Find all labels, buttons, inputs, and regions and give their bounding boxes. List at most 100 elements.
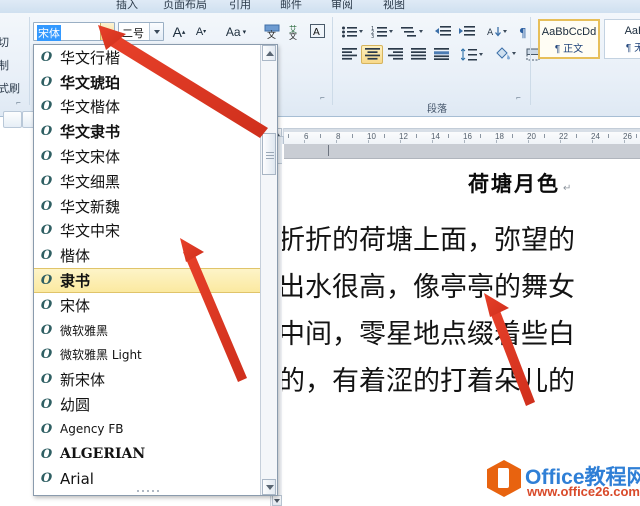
shrink-font-button[interactable]: A ▾ (191, 22, 211, 41)
show-formatting-marks-button[interactable]: ¶ (514, 22, 534, 41)
font-list-container[interactable]: O 华文行楷 O 华文琥珀 O 华文楷体 O 华文隶书 O 华文宋体 O 华文细黑 O 华文新魏 O 华文中宋… (34, 45, 262, 493)
distributed-align-button[interactable] (430, 45, 452, 64)
font-size-combo[interactable]: 二号 (118, 22, 164, 41)
font-list-item-9[interactable]: O 隶书 (34, 268, 262, 293)
font-list-item-label: 隶书 (60, 272, 91, 291)
word-application-window: 插入 页面布局 引用 邮件 审阅 视图 切 制 式刷 ⌐ 宋体 二号 A ▴ A… (0, 0, 640, 506)
paragraph-dialog-launcher[interactable]: ⌐ (514, 93, 523, 102)
font-name-value: 宋体 (37, 25, 61, 41)
clipboard-group: 切 制 式刷 ⌐ (0, 26, 41, 129)
font-name-dropdown-list[interactable]: O 华文行楷 O 华文琥珀 O 华文楷体 O 华文隶书 O 华文宋体 O 华文细黑 O 华文新魏 O 华文中宋… (33, 44, 278, 496)
font-list-item-17[interactable]: O Arial (34, 467, 262, 492)
font-list-item-4[interactable]: O 华文宋体 (34, 144, 262, 169)
site-watermark: Office教程网 www.office26.com (487, 459, 640, 503)
font-list-scrollbar[interactable] (260, 45, 277, 495)
font-list-item-12[interactable]: O 微软雅黑 Light (34, 343, 262, 368)
copy-button[interactable]: 制 (0, 57, 9, 73)
tab-view[interactable]: 视图 (383, 0, 405, 12)
document-line-2[interactable]: 出水很高，像亭亭的舞女 (282, 265, 575, 304)
font-dialog-launcher[interactable]: ⌐ (318, 93, 327, 102)
tab-review[interactable]: 审阅 (331, 0, 353, 12)
font-list-scroll-up[interactable] (262, 45, 276, 61)
document-line-3[interactable]: 中间，零星地点缀着些白 (282, 312, 575, 351)
line-spacing-button[interactable] (458, 45, 486, 64)
dropdown-resize-grip[interactable] (136, 489, 160, 493)
numbering-icon: 1 2 3 (371, 26, 393, 39)
sort-button[interactable]: A (484, 22, 510, 41)
font-list-item-13[interactable]: O 新宋体 (34, 367, 262, 392)
multilevel-list-icon (401, 26, 423, 37)
document-canvas[interactable]: 荷塘月色 ↵ 折折的荷塘上面，弥望的 出水很高，像亭亭的舞女 中间，零星地点缀着些… (282, 144, 640, 506)
phonetic-guide-icon: 文 (264, 24, 279, 40)
phonetic-guide-button[interactable]: 文 (261, 21, 282, 41)
font-list-item-11[interactable]: O 微软雅黑 (34, 318, 262, 343)
highlight-a-icon: A (310, 24, 325, 38)
font-size-dropdown-button[interactable] (149, 23, 163, 40)
paragraph-mark-icon: ↵ (563, 183, 574, 194)
office-logo-icon (487, 460, 521, 497)
font-size-value: 二号 (122, 28, 144, 40)
multilevel-list-button[interactable] (398, 22, 426, 41)
font-list-item-1[interactable]: O 华文琥珀 (34, 70, 262, 95)
font-list-item-3[interactable]: O 华文隶书 (34, 119, 262, 144)
font-list-item-label: 微软雅黑 (60, 323, 109, 338)
increase-indent-icon (458, 25, 475, 36)
font-list-item-label: Arial (60, 469, 94, 488)
style-item-no-spacing[interactable]: AaB ¶ 无 (604, 19, 640, 59)
change-case-button[interactable]: Aa ▾ (221, 22, 251, 41)
font-list-item-label: 华文中宋 (60, 222, 121, 241)
svg-text:A: A (487, 28, 494, 38)
document-title[interactable]: 荷塘月色 ↵ (468, 168, 573, 198)
truetype-icon: O (40, 347, 53, 363)
svg-text:3: 3 (371, 34, 374, 39)
align-right-button[interactable] (384, 45, 406, 64)
font-list-scroll-thumb[interactable] (262, 133, 276, 175)
truetype-icon: O (40, 124, 53, 140)
font-list-item-2[interactable]: O 华文楷体 (34, 95, 262, 120)
scroll-down-button[interactable] (272, 495, 282, 506)
align-left-button[interactable] (338, 45, 360, 64)
font-list-item-0[interactable]: O 华文行楷 (34, 45, 262, 70)
numbering-button[interactable]: 1 2 3 (368, 22, 396, 41)
style-item-normal[interactable]: AaBbCcDd ¶ 正文 (538, 19, 600, 59)
decrease-indent-button[interactable] (432, 22, 454, 41)
font-name-combo[interactable]: 宋体 (33, 22, 115, 41)
quick-icon-a[interactable] (3, 111, 22, 128)
font-list-item-15[interactable]: O Agency FB (34, 417, 262, 442)
align-center-button[interactable] (361, 45, 383, 64)
font-list-item-5[interactable]: O 华文细黑 (34, 169, 262, 194)
align-left-icon (341, 48, 357, 60)
font-list-item-label: 华文宋体 (60, 148, 121, 167)
shading-button[interactable] (491, 45, 519, 64)
font-list-item-6[interactable]: O 华文新魏 (34, 194, 262, 219)
font-list-item-7[interactable]: O 华文中宋 (34, 219, 262, 244)
truetype-icon: O (40, 49, 53, 65)
tab-references[interactable]: 引用 (229, 0, 251, 12)
bullets-icon (342, 26, 363, 37)
truetype-icon: O (40, 322, 53, 338)
font-list-item-10[interactable]: O 宋体 (34, 293, 262, 318)
cut-button[interactable]: 切 (0, 34, 9, 50)
font-name-dropdown-button[interactable] (100, 23, 114, 40)
clipboard-dialog-launcher[interactable]: ⌐ (14, 98, 23, 107)
tab-insert[interactable]: 插入 (116, 0, 138, 12)
font-list-item-label: Agency FB (60, 422, 124, 437)
document-line-1[interactable]: 折折的荷塘上面，弥望的 (282, 218, 575, 257)
font-list-item-16[interactable]: O ALGERIAN (34, 442, 262, 467)
document-line-4[interactable]: 的，有着涩的打着朵儿的 (282, 359, 575, 398)
decrease-indent-icon (434, 25, 451, 36)
font-list-item-8[interactable]: O 楷体 (34, 243, 262, 268)
page-header-band (282, 144, 640, 159)
text-highlight-button[interactable]: A (307, 21, 328, 41)
grow-font-button[interactable]: A ▴ (169, 22, 189, 41)
tab-mailings[interactable]: 邮件 (280, 0, 302, 12)
justify-button[interactable] (407, 45, 429, 64)
tab-page-layout[interactable]: 页面布局 (163, 0, 207, 12)
font-list-item-label: 华文隶书 (60, 123, 121, 142)
increase-indent-button[interactable] (456, 22, 478, 41)
character-border-button[interactable]: 艾 文 (284, 21, 305, 41)
bullets-button[interactable] (338, 22, 366, 41)
font-list-item-14[interactable]: O 幼圆 (34, 392, 262, 417)
font-list-scroll-down[interactable] (262, 479, 276, 495)
format-painter-button[interactable]: 式刷 (0, 80, 20, 96)
